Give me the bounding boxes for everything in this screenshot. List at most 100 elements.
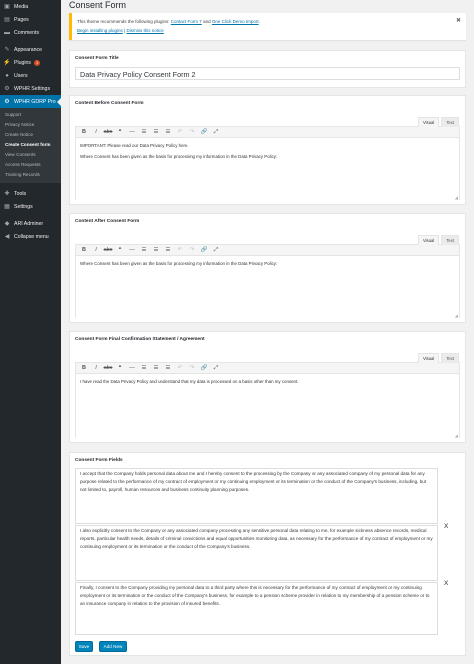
sidebar-item-media[interactable]: ▣ Media [0,0,61,13]
link-icon[interactable]: 🔗 [198,128,210,137]
sidebar-item-collapse-menu[interactable]: ◀ Collapse menu [0,230,61,243]
strikethrough-button[interactable]: abc [102,364,114,373]
dismiss-notice-link[interactable]: Dismiss this notice [126,28,163,33]
notice-text: This theme recommends the following plug… [77,19,260,24]
strikethrough-button[interactable]: abc [102,128,114,137]
visual-tab[interactable]: Visual [417,235,440,245]
sidebar-item-label: Comments [14,29,40,36]
consent-field-textarea[interactable]: I also explicitly consent to the Company… [75,525,438,581]
horizontal-line-button[interactable]: — [126,246,138,255]
comments-icon: ▬ [4,29,10,36]
sidebar-item-settings[interactable]: ▦ Settings [0,200,61,213]
visual-tab[interactable]: Visual [417,117,440,127]
align-center-icon[interactable]: ☰ [150,128,162,137]
dismiss-icon[interactable]: ✖ [456,17,461,24]
blockquote-button[interactable]: ❝ [114,128,126,137]
sidebar-item-ari-adminer[interactable]: ◆ ARI Adminer [0,217,61,230]
align-left-icon[interactable]: ☰ [138,246,150,255]
collapse-icon: ◀ [4,234,10,240]
redo-icon[interactable]: ↷ [186,364,198,373]
submenu-item-training-records[interactable]: Training Records [0,170,61,180]
align-right-icon[interactable]: ☰ [162,246,174,255]
submenu-item-create-consent-form[interactable]: Create Consent form [0,140,61,150]
submenu-item-create-notice[interactable]: Create Notice [0,130,61,140]
consent-field-textarea[interactable]: I accept that the Company holds personal… [75,468,438,524]
sidebar-item-appearance[interactable]: ✎ Appearance [0,43,61,56]
remove-field-button[interactable]: X [444,580,448,587]
align-left-icon[interactable]: ☰ [138,364,150,373]
blockquote-button[interactable]: ❝ [114,246,126,255]
bold-button[interactable]: B [78,128,90,137]
undo-icon[interactable]: ↶ [174,246,186,255]
submenu-item-privacy-notice[interactable]: Privacy Notice [0,120,61,130]
text-tab[interactable]: Text [441,353,459,363]
submenu-item-access-requests[interactable]: Access Requests [0,160,61,170]
horizontal-line-button[interactable]: — [126,364,138,373]
users-icon: ● [5,72,9,79]
final-confirmation-label: Consent Form Final Confirmation Statemen… [75,337,205,342]
italic-button[interactable]: I [90,128,102,137]
main-content: Consent Form This theme recommends the f… [61,0,474,664]
submenu-item-view-consents[interactable]: View Consents [0,150,61,160]
consent-fields-box: Consent Form Fields I accept that the Co… [69,452,466,656]
undo-icon[interactable]: ↶ [174,364,186,373]
adminer-icon: ◆ [4,221,10,227]
link-icon[interactable]: 🔗 [198,364,210,373]
sidebar-item-pages[interactable]: ▤ Pages [0,13,61,26]
fullscreen-icon[interactable]: ⤢ [210,246,222,255]
sidebar-item-comments[interactable]: ▬ Comments [0,26,61,39]
resize-handle-icon[interactable]: ◢ [455,313,458,318]
text-tab[interactable]: Text [441,117,459,127]
link-icon[interactable]: 🔗 [198,246,210,255]
save-button[interactable]: Save [75,641,93,652]
sidebar-item-users[interactable]: ● Users [0,69,61,82]
resize-handle-icon[interactable]: ◢ [455,195,458,200]
fullscreen-icon[interactable]: ⤢ [210,364,222,373]
sidebar-item-label: ARI Adminer [14,220,44,227]
sidebar-item-wphr-gdrp-pro[interactable]: ⚙ WPHR GDRP Pro [0,95,61,108]
notice-actions: Begin installing plugins | Dismiss this … [77,28,164,33]
blockquote-button[interactable]: ❝ [114,364,126,373]
update-count-badge: 1 [34,59,41,66]
fullscreen-icon[interactable]: ⤢ [210,128,222,137]
consent-field-textarea[interactable]: Finally, I consent to the Company provid… [75,582,438,635]
bold-button[interactable]: B [78,246,90,255]
undo-icon[interactable]: ↶ [174,128,186,137]
editor-tabs: Visual Text [416,117,459,127]
plugins-icon: ⚡ [3,60,11,66]
visual-tab[interactable]: Visual [417,353,440,363]
contact-form-7-link[interactable]: Contact Form 7 [171,19,202,24]
redo-icon[interactable]: ↷ [186,128,198,137]
bold-button[interactable]: B [78,364,90,373]
content-after-body[interactable]: Where Consent has been given as the basi… [76,256,459,318]
italic-button[interactable]: I [90,246,102,255]
italic-button[interactable]: I [90,364,102,373]
align-left-icon[interactable]: ☰ [138,128,150,137]
sidebar-item-wphr-settings[interactable]: ⚙ WPHR Settings [0,82,61,95]
add-new-button[interactable]: Add New [99,641,127,652]
plugin-notice: This theme recommends the following plug… [69,13,466,40]
consent-fields-label: Consent Form Fields [75,458,123,463]
final-confirmation-body[interactable]: I have read the Data Privacy Policy and … [76,374,459,438]
content-before-body[interactable]: IMPORTANT: Please read our Data Privacy … [76,138,459,200]
consent-title-input[interactable]: Data Privacy Policy Consent Form 2 [75,67,460,80]
strikethrough-button[interactable]: abc [102,246,114,255]
align-right-icon[interactable]: ☰ [162,128,174,137]
align-right-icon[interactable]: ☰ [162,364,174,373]
sidebar-item-label: WPHR GDRP Pro [14,98,56,105]
one-click-demo-import-link[interactable]: One Click Demo Import [212,19,259,24]
sidebar-item-plugins[interactable]: ⚡ Plugins 1 [0,56,61,69]
begin-installing-link[interactable]: Begin installing plugins [77,28,123,33]
sidebar-item-label: Media [14,3,29,10]
align-center-icon[interactable]: ☰ [150,246,162,255]
tools-icon: ✚ [4,191,10,197]
content-after-label: Content After Consent Form [75,219,140,224]
resize-handle-icon[interactable]: ◢ [455,433,458,438]
align-center-icon[interactable]: ☰ [150,364,162,373]
redo-icon[interactable]: ↷ [186,246,198,255]
submenu-item-support[interactable]: Support [0,110,61,120]
remove-field-button[interactable]: X [444,523,448,530]
text-tab[interactable]: Text [441,235,459,245]
horizontal-line-button[interactable]: — [126,128,138,137]
sidebar-item-tools[interactable]: ✚ Tools [0,187,61,200]
